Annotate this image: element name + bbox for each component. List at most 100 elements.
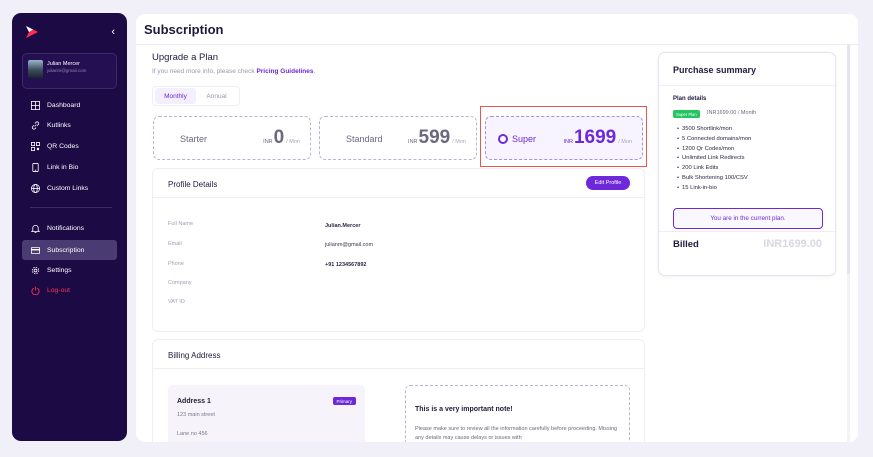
feature-item: 5 Connected domains/mon — [677, 136, 751, 146]
plan-amount: 599 — [418, 127, 451, 148]
sidebar-item-label: Settings — [47, 267, 72, 274]
field-label-full-name: Full Name — [168, 221, 194, 227]
field-label-email: Email — [168, 241, 182, 247]
field-label-phone: Phone — [168, 261, 184, 267]
address-line-2: Lane no 456 — [177, 431, 208, 437]
plan-badge: Super Plan — [673, 110, 700, 118]
feature-item: 1200 Qr Codes/mon — [677, 146, 751, 156]
plan-name: Standard — [346, 134, 383, 144]
field-value-phone: +91 1234567892 — [325, 262, 367, 268]
sidebar-item-qr-codes[interactable]: QR Codes — [22, 137, 117, 156]
address-line-1: 123 main street — [177, 412, 215, 418]
sidebar-item-label: Custom Links — [47, 185, 89, 192]
sidebar: ‹ Julian Mercer julianm@gmail.com Dashbo… — [12, 13, 127, 441]
summary-divider — [659, 85, 835, 86]
upgrade-subtitle-text: If you need more info, please check — [152, 68, 255, 75]
app-logo-icon[interactable] — [26, 26, 38, 38]
tab-monthly[interactable]: Monthly — [155, 88, 196, 104]
scrollbar-thumb[interactable] — [847, 44, 850, 274]
plan-name: Starter — [180, 134, 208, 144]
phone-icon — [32, 163, 39, 172]
sidebar-item-label: Dashboard — [47, 102, 81, 109]
plan-price: INR 0 / Mon — [263, 127, 300, 149]
profile-details-card: Profile Details Edit Profile Full Name J… — [152, 168, 645, 332]
plan-period: / Mon — [286, 139, 300, 145]
summary-divider — [659, 231, 835, 232]
address-title: Address 1 — [177, 398, 211, 405]
address-card[interactable]: Address 1 Primary 123 main street Lane n… — [168, 385, 365, 442]
plan-card-standard[interactable]: Standard INR 599 / Mon — [319, 116, 477, 160]
header-divider — [136, 44, 858, 45]
pricing-guidelines-link[interactable]: Pricing Guidelines — [256, 68, 313, 75]
tab-annual[interactable]: Annual — [196, 88, 237, 104]
field-value-email: julianm@gmail.com — [325, 242, 374, 248]
billed-amount: INR1699.00 — [763, 238, 822, 250]
selected-plan-highlight — [480, 106, 647, 167]
feature-item: Unlimited Link Redirects — [677, 155, 751, 165]
plan-price: INR 599 / Mon — [408, 127, 466, 149]
sidebar-item-custom-links[interactable]: Custom Links — [22, 179, 117, 198]
user-name: Julian Mercer — [47, 61, 81, 67]
sidebar-item-subscription[interactable]: Subscription — [22, 240, 117, 260]
feature-item: 15 Link-in-bio — [677, 185, 751, 195]
purchase-summary-title: Purchase summary — [673, 65, 757, 75]
important-note: This is a very important note! Please ma… — [405, 385, 630, 442]
power-icon — [31, 286, 40, 295]
plan-card-starter[interactable]: Starter INR 0 / Mon — [153, 116, 311, 160]
current-plan-button[interactable]: You are in the current plan. — [673, 208, 823, 229]
upgrade-subtitle-suffix: . — [313, 68, 316, 75]
billing-address-title: Billing Address — [168, 351, 221, 360]
card-icon — [31, 246, 40, 254]
note-title: This is a very important note! — [415, 406, 513, 413]
plan-period: / Mon — [452, 139, 466, 145]
feature-item: Bulk Shortening 100/CSV — [677, 175, 751, 185]
main-panel: Subscription Upgrade a Plan If you need … — [136, 14, 858, 442]
purchase-summary-card: Purchase summary Plan details Super Plan… — [658, 52, 836, 276]
sidebar-item-notifications[interactable]: Notifications — [22, 219, 117, 238]
sidebar-item-dashboard[interactable]: Dashboard — [22, 96, 117, 115]
feature-item: 200 Link Edits — [677, 165, 751, 175]
globe-icon — [31, 184, 40, 193]
profile-details-title: Profile Details — [168, 180, 218, 189]
sidebar-item-settings[interactable]: Settings — [22, 261, 117, 280]
sidebar-item-label: Link in Bio — [47, 164, 79, 171]
scrollbar[interactable] — [847, 44, 850, 442]
avatar — [28, 60, 43, 78]
bell-icon — [31, 225, 40, 233]
sidebar-divider — [30, 207, 112, 208]
billing-period-tabs: Monthly Annual — [152, 86, 240, 106]
user-email: julianm@gmail.com — [47, 68, 87, 73]
sidebar-item-kutlinks[interactable]: Kutlinks — [22, 116, 117, 135]
plan-amount: 0 — [273, 127, 285, 148]
plan-currency: INR — [408, 139, 418, 145]
sidebar-item-label: Notifications — [47, 225, 85, 232]
feature-list: 3500 Shortlink/mon 5 Connected domains/m… — [677, 126, 751, 195]
card-divider — [153, 368, 644, 369]
page-title: Subscription — [144, 22, 224, 37]
plan-price-text: INR1699.00 / Month — [707, 110, 757, 116]
upgrade-title: Upgrade a Plan — [152, 52, 219, 63]
sidebar-item-logout[interactable]: Log-out — [22, 281, 117, 300]
qr-code-icon — [31, 142, 40, 151]
plan-details-label: Plan details — [673, 96, 707, 102]
edit-profile-button[interactable]: Edit Profile — [586, 176, 630, 190]
plan-currency: INR — [263, 139, 273, 145]
note-body: Please make sure to review all the infor… — [415, 426, 618, 441]
upgrade-subtitle: If you need more info, please check Pric… — [152, 68, 315, 75]
feature-item: 3500 Shortlink/mon — [677, 126, 751, 136]
card-divider — [153, 197, 644, 198]
billed-label: Billed — [673, 239, 699, 250]
sidebar-item-label: QR Codes — [47, 143, 79, 150]
gear-icon — [31, 266, 40, 275]
collapse-sidebar-icon[interactable]: ‹ — [111, 27, 115, 38]
sidebar-item-label: Kutlinks — [47, 122, 71, 129]
user-card[interactable]: Julian Mercer julianm@gmail.com — [22, 53, 117, 89]
primary-badge: Primary — [332, 397, 356, 405]
field-label-company: Company — [168, 280, 192, 286]
sidebar-item-label: Log-out — [47, 287, 71, 294]
field-value-full-name: Julian.Mercer — [325, 223, 361, 229]
billing-address-card: Billing Address Address 1 Primary 123 ma… — [152, 339, 645, 442]
link-icon — [31, 121, 40, 130]
sidebar-item-link-in-bio[interactable]: Link in Bio — [22, 158, 117, 177]
grid-icon — [31, 101, 40, 110]
